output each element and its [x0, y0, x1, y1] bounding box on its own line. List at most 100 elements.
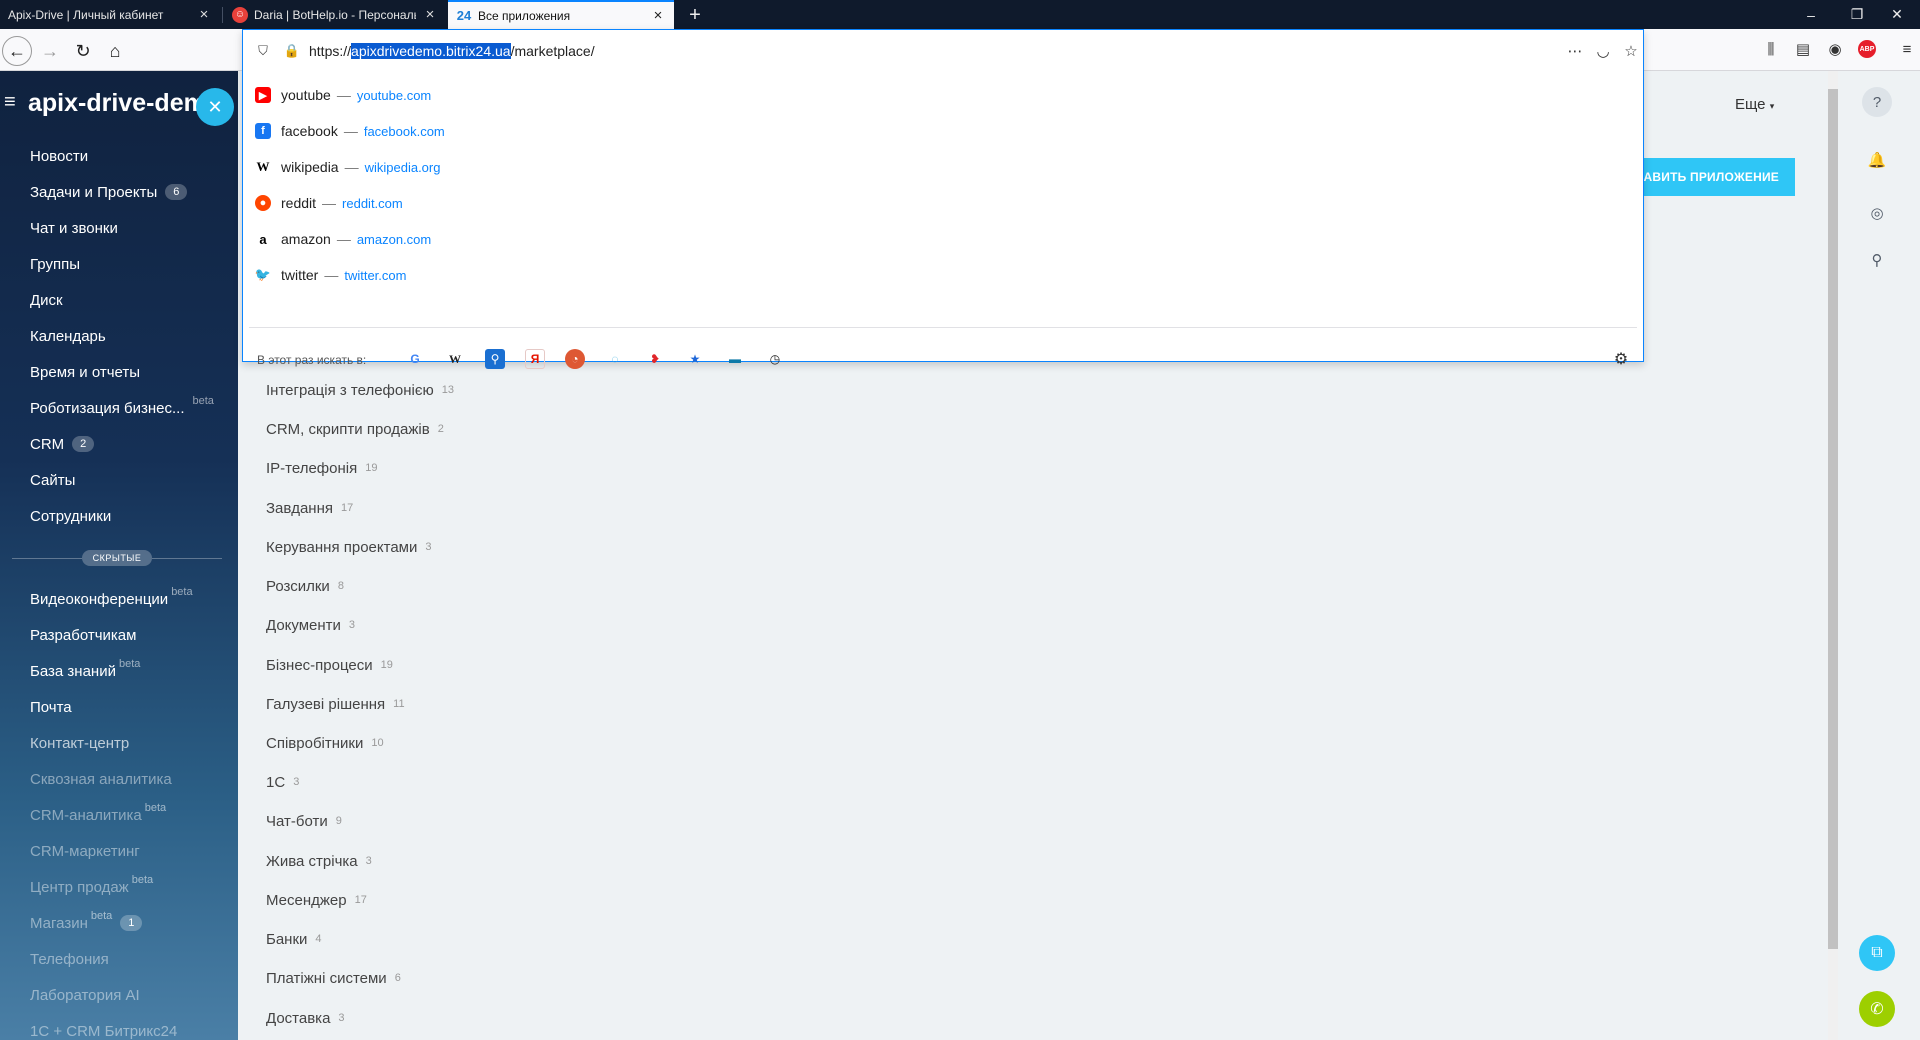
- duckduckgo-icon[interactable]: ◔: [565, 349, 585, 369]
- sidebar-item-contact-center[interactable]: Контакт-центр: [30, 731, 129, 755]
- phone-icon[interactable]: ✆: [1859, 991, 1895, 1027]
- sidebar-item-1c-crm[interactable]: 1С + CRM Битрикс24: [30, 1019, 177, 1040]
- tab-bothelp[interactable]: ☺ Daria | BotHelp.io - Персональ ×: [224, 0, 446, 29]
- sidebar-item-tasks[interactable]: Задачи и Проекты 6: [30, 180, 188, 204]
- category-item[interactable]: Месенджер 17: [266, 889, 367, 911]
- suggestion-item[interactable]: 🐦 twitter — twitter.com: [255, 264, 407, 286]
- hamburger-icon[interactable]: ≡: [4, 91, 22, 113]
- sidebar-item-analytics[interactable]: Сквозная аналитика: [30, 767, 172, 791]
- scrollbar-thumb[interactable]: [1828, 89, 1838, 949]
- sidebar-item-employees[interactable]: Сотрудники: [30, 504, 111, 528]
- sidebar-toggle-icon[interactable]: ▤: [1792, 38, 1814, 60]
- sidebar-item-mail[interactable]: Почта: [30, 695, 72, 719]
- sidebar-item-news[interactable]: Новости: [30, 144, 88, 168]
- sidebar-item-video[interactable]: Видеоконференции beta: [30, 586, 193, 611]
- suggestion-item[interactable]: ● reddit — reddit.com: [255, 192, 403, 214]
- library-icon[interactable]: ⫼: [1760, 38, 1782, 60]
- search-engine-icon[interactable]: ⚲: [485, 349, 505, 369]
- sidebar-item-disk[interactable]: Диск: [30, 288, 63, 312]
- url-input[interactable]: https://apixdrivedemo.bitrix24.ua/market…: [309, 43, 595, 59]
- sidebar-item-developers[interactable]: Разработчикам: [30, 623, 136, 647]
- sidebar-item-sites[interactable]: Сайты: [30, 468, 75, 492]
- account-icon[interactable]: ◉: [1824, 38, 1846, 60]
- sidebar-item-chat[interactable]: Чат и звонки: [30, 216, 118, 240]
- wikipedia-search-icon[interactable]: W: [445, 349, 465, 369]
- category-item[interactable]: 1С 3: [266, 771, 299, 793]
- category-item[interactable]: Завдання 17: [266, 497, 353, 519]
- category-name: Банки: [266, 930, 308, 948]
- category-item[interactable]: Документи 3: [266, 614, 355, 636]
- category-item[interactable]: Галузеві рішення 11: [266, 693, 405, 715]
- open-lines-icon[interactable]: ⧉: [1859, 935, 1895, 971]
- sidebar-item-time-reports[interactable]: Время и отчеты: [30, 360, 140, 384]
- more-actions-icon[interactable]: ⋯: [1565, 41, 1585, 61]
- lock-icon[interactable]: 🔒: [284, 42, 300, 60]
- eco-search-icon[interactable]: ◌: [605, 349, 625, 369]
- search-icon[interactable]: ⚲: [1862, 245, 1892, 275]
- category-item[interactable]: Чат-боти 9: [266, 810, 342, 832]
- window-close-icon[interactable]: ✕: [1874, 0, 1920, 29]
- gear-icon[interactable]: ⚙: [1611, 349, 1631, 369]
- suggestion-title: amazon: [281, 231, 331, 247]
- category-item[interactable]: Доставка 3: [266, 1007, 345, 1029]
- sidebar-item-telephony[interactable]: Телефония: [30, 947, 109, 971]
- category-item[interactable]: Розсилки 8: [266, 575, 344, 597]
- tabs-icon[interactable]: ▬: [725, 349, 745, 369]
- ozon-icon[interactable]: ❥: [645, 349, 665, 369]
- reload-icon[interactable]: ↻: [68, 36, 98, 66]
- sidebar-item-sales-center[interactable]: Центр продаж beta: [30, 874, 153, 899]
- sidebar-item-automation[interactable]: Роботизация бизнес... beta: [30, 395, 214, 420]
- sidebar-item-crm-marketing[interactable]: CRM-маркетинг: [30, 839, 140, 863]
- category-item[interactable]: Платіжні системи 6: [266, 967, 401, 989]
- sidebar-item-crm[interactable]: CRM 2: [30, 432, 95, 456]
- bookmark-star-icon[interactable]: ☆: [1621, 41, 1641, 61]
- suggestion-item[interactable]: ▶ youtube — youtube.com: [255, 84, 431, 106]
- google-icon[interactable]: G: [405, 349, 425, 369]
- url-bar[interactable]: ⛉ 🔒 https://apixdrivedemo.bitrix24.ua/ma…: [243, 30, 1643, 72]
- hidden-label[interactable]: СКРЫТЫЕ: [82, 550, 152, 566]
- forward-arrow-icon[interactable]: →: [35, 36, 65, 66]
- tab-apix-drive[interactable]: Apix-Drive | Личный кабинет ×: [0, 0, 220, 29]
- history-clock-icon[interactable]: ◷: [765, 349, 785, 369]
- chat-icon[interactable]: ◎: [1862, 198, 1892, 228]
- category-item[interactable]: CRM, скрипти продажів 2: [266, 418, 444, 440]
- add-application-button[interactable]: АВИТЬ ПРИЛОЖЕНИЕ: [1625, 158, 1795, 196]
- shield-icon[interactable]: ⛉: [255, 42, 271, 60]
- category-item[interactable]: IP-телефонія 19: [266, 457, 377, 479]
- close-icon[interactable]: ×: [196, 6, 212, 23]
- sidebar-item-calendar[interactable]: Календарь: [30, 324, 106, 348]
- close-icon[interactable]: ×: [650, 7, 666, 24]
- page-scrollbar[interactable]: [1828, 71, 1838, 1040]
- suggestion-item[interactable]: a amazon — amazon.com: [255, 228, 431, 250]
- close-icon[interactable]: ×: [422, 6, 438, 23]
- home-icon[interactable]: ⌂: [100, 36, 130, 66]
- category-item[interactable]: Інтеграція з телефонією 13: [266, 379, 454, 401]
- new-tab-button[interactable]: +: [682, 2, 708, 28]
- category-item[interactable]: Жива стрічка 3: [266, 850, 372, 872]
- category-item[interactable]: Керування проектами 3: [266, 536, 432, 558]
- sidebar-item-groups[interactable]: Группы: [30, 252, 80, 276]
- category-item[interactable]: Бізнес-процеси 19: [266, 654, 393, 676]
- sidebar-item-crm-analytics[interactable]: CRM-аналитика beta: [30, 802, 166, 827]
- category-item[interactable]: Співробітники 10: [266, 732, 384, 754]
- bookmarks-star-icon[interactable]: ★: [685, 349, 705, 369]
- bell-icon[interactable]: 🔔: [1862, 145, 1892, 175]
- help-icon[interactable]: ?: [1862, 87, 1892, 117]
- category-item[interactable]: Банки 4: [266, 928, 322, 950]
- portal-title[interactable]: apix-drive-dem: [28, 89, 206, 118]
- pocket-icon[interactable]: ◡: [1593, 41, 1613, 61]
- close-icon[interactable]: ✕: [196, 88, 234, 126]
- more-dropdown-button[interactable]: Еще ▾: [1735, 96, 1774, 113]
- tab-all-apps[interactable]: 24 Все приложения ×: [448, 0, 674, 29]
- suggestion-item[interactable]: f facebook — facebook.com: [255, 120, 445, 142]
- sidebar-item-ai-lab[interactable]: Лаборатория AI: [30, 983, 140, 1007]
- adblock-icon[interactable]: ABP: [1856, 38, 1878, 60]
- url-path: /marketplace/: [510, 43, 595, 59]
- sidebar-item-shops[interactable]: Магазин beta 1: [30, 910, 143, 935]
- minimize-icon[interactable]: –: [1788, 0, 1834, 29]
- back-arrow-icon[interactable]: ←: [2, 36, 32, 66]
- sidebar-item-knowledge[interactable]: База знаний beta: [30, 658, 140, 683]
- suggestion-item[interactable]: W wikipedia — wikipedia.org: [255, 156, 441, 178]
- yandex-icon[interactable]: Я: [525, 349, 545, 369]
- menu-icon[interactable]: ≡: [1896, 38, 1918, 60]
